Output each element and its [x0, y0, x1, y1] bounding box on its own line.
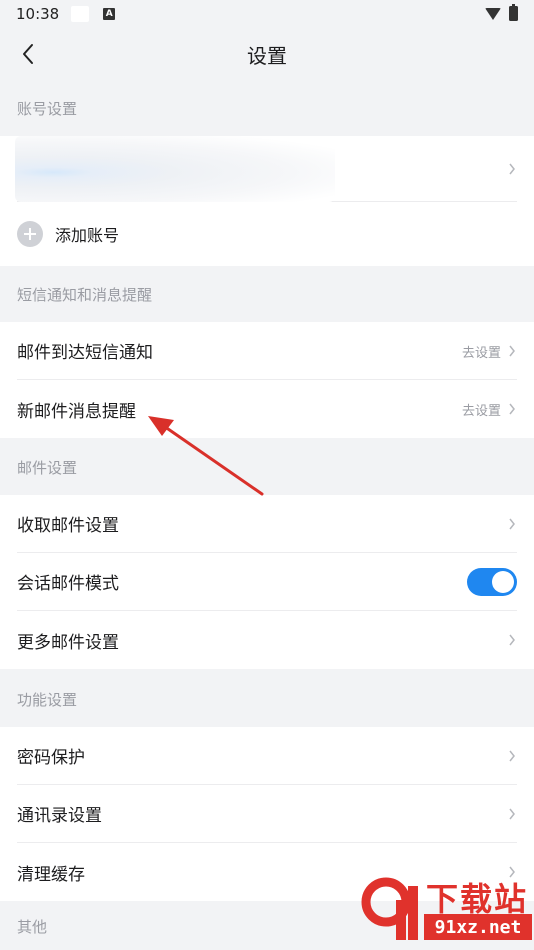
page-title: 设置	[247, 43, 287, 68]
section-header-account: 账号设置	[17, 99, 78, 118]
chevron-right-icon	[507, 748, 517, 764]
wifi-icon	[485, 7, 501, 20]
status-time: 10:38	[16, 5, 60, 23]
annotation-arrow-icon	[148, 416, 264, 496]
chevron-right-icon	[507, 401, 517, 417]
row-label: 邮件到达短信通知	[17, 343, 153, 363]
row-label: 密码保护	[17, 748, 85, 768]
nav-bar: 设置	[0, 28, 534, 80]
row-label: 清理缓存	[17, 864, 85, 885]
row-contacts-settings[interactable]: 通讯录设置	[17, 785, 517, 843]
chevron-right-icon	[507, 161, 517, 177]
mail-card: 收取邮件设置 会话邮件模式 更多邮件设置	[0, 495, 534, 669]
chevron-right-icon	[507, 516, 517, 532]
section-header-sms: 短信通知和消息提醒	[17, 285, 153, 304]
row-value: 去设置	[461, 345, 501, 361]
row-label: 收取邮件设置	[17, 516, 119, 536]
row-label: 通讯录设置	[17, 806, 102, 826]
row-conversation-mode: 会话邮件模式	[17, 553, 517, 611]
chevron-left-icon	[23, 44, 33, 64]
add-account-label: 添加账号	[55, 226, 120, 245]
row-password-protection[interactable]: 密码保护	[17, 727, 517, 785]
watermark-url: 91xz.net	[424, 914, 532, 940]
row-label: 会话邮件模式	[17, 574, 119, 594]
row-value: 去设置	[461, 403, 501, 419]
chevron-right-icon	[507, 632, 517, 648]
blurred-account	[15, 136, 335, 202]
row-sms-arrival[interactable]: 邮件到达短信通知 去设置	[17, 322, 517, 380]
section-header-function: 功能设置	[17, 690, 78, 709]
toggle-knob	[492, 571, 514, 593]
chevron-right-icon	[507, 343, 517, 359]
account-row[interactable]	[15, 136, 517, 202]
row-more-mail-settings[interactable]: 更多邮件设置	[17, 611, 517, 669]
status-right	[485, 4, 518, 21]
keyboard-a-icon: A	[103, 8, 116, 20]
watermark-logo-icon	[361, 877, 418, 940]
row-label: 新邮件消息提醒	[17, 401, 136, 422]
conversation-mode-toggle[interactable]	[467, 568, 517, 596]
row-fetch-mail-settings[interactable]: 收取邮件设置	[17, 495, 517, 553]
back-button[interactable]	[16, 40, 40, 68]
plus-icon	[17, 221, 43, 247]
add-account-button[interactable]: 添加账号	[17, 202, 517, 266]
battery-icon	[509, 4, 518, 21]
row-label: 更多邮件设置	[17, 632, 119, 653]
watermark: 下载站 91xz.net	[354, 870, 534, 950]
account-card: 添加账号	[0, 136, 534, 266]
status-bar: 10:38 A	[0, 0, 534, 28]
notification-placeholder	[71, 6, 90, 22]
chevron-right-icon	[507, 806, 517, 822]
